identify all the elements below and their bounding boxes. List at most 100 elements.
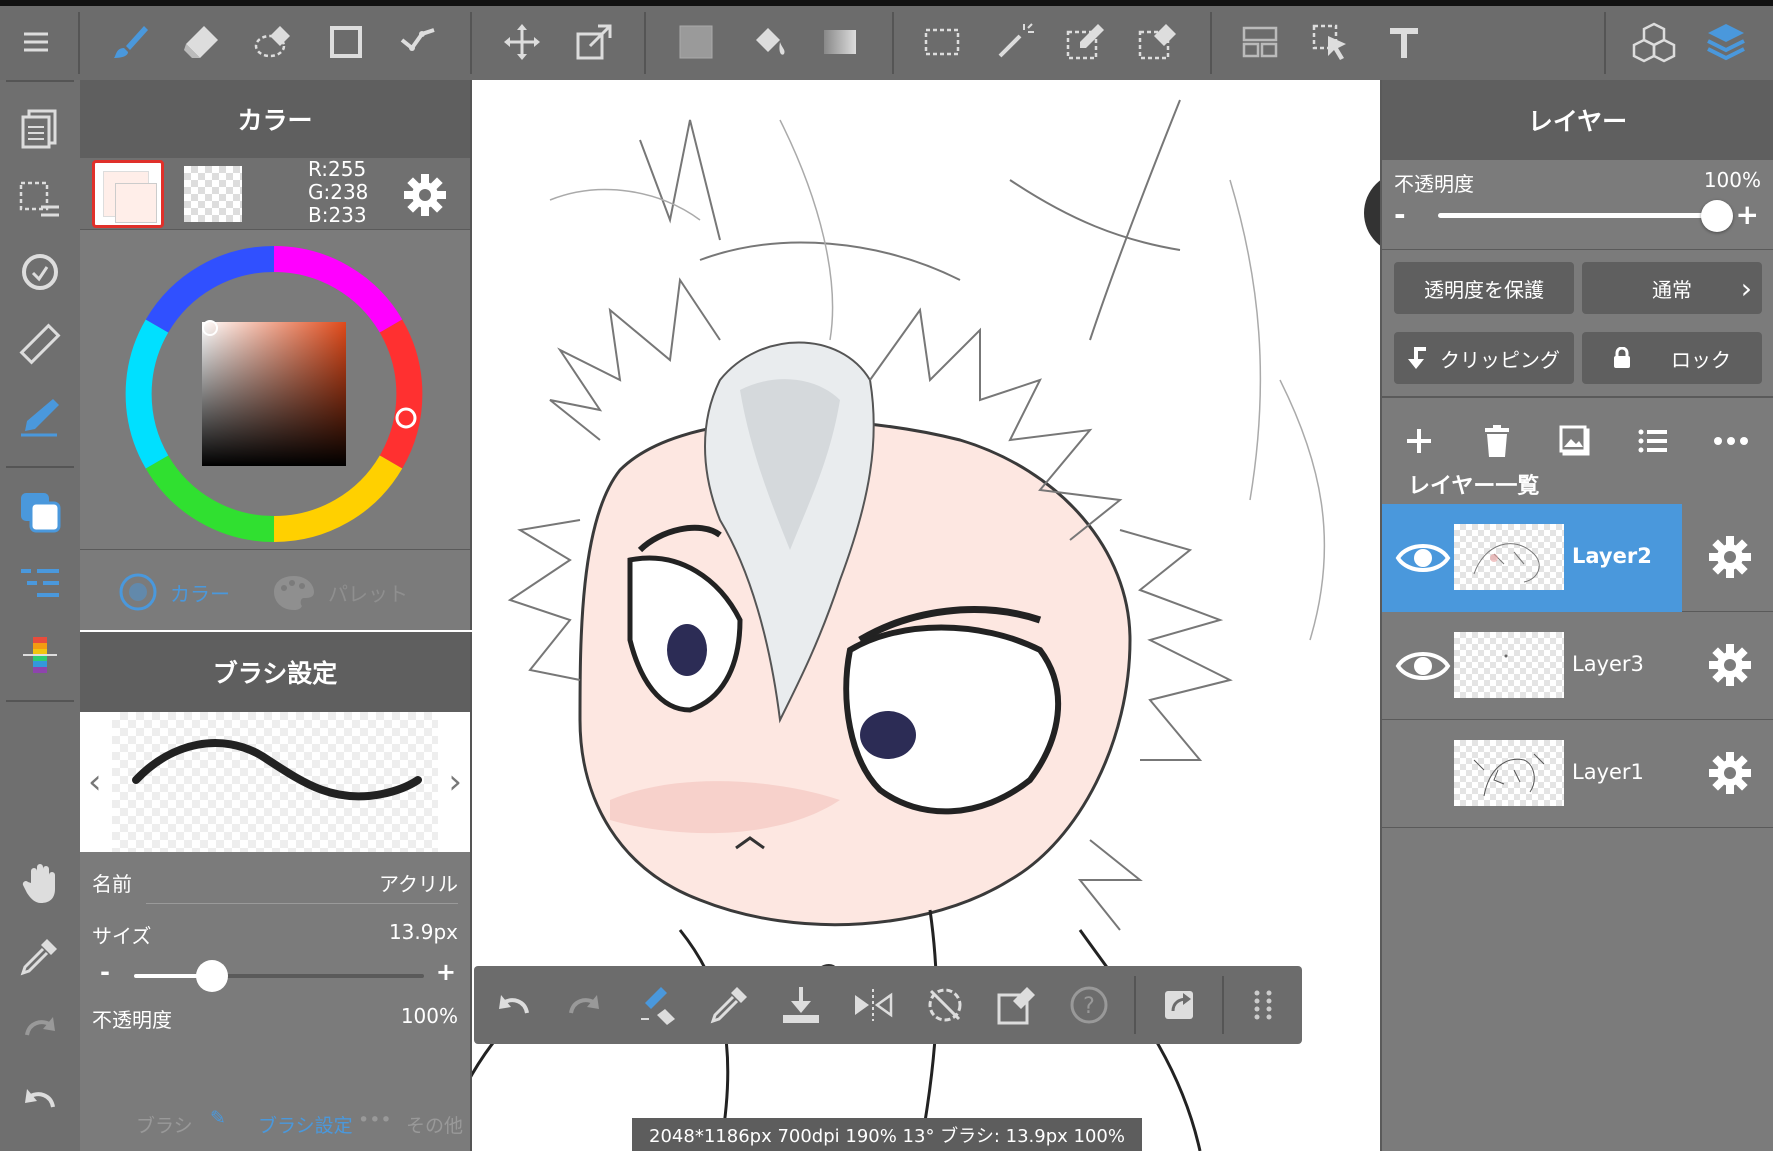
fill-color-button[interactable]: [666, 12, 726, 72]
gradient-tool-button[interactable]: [810, 12, 870, 72]
snap-button[interactable]: [10, 242, 70, 302]
thumbnail-sketch: [1473, 753, 1545, 797]
ruler-button[interactable]: [10, 314, 70, 374]
size-minus[interactable]: -: [100, 958, 110, 986]
hand-tool-button[interactable]: [10, 854, 70, 914]
opacity-plus[interactable]: +: [1736, 198, 1759, 231]
size-slider-knob[interactable]: [196, 960, 228, 992]
quick-action-bar: ?: [474, 966, 1302, 1044]
color-panel-toggle[interactable]: [10, 482, 70, 542]
layer-settings-gear-icon[interactable]: [1707, 750, 1753, 796]
brush-name-row[interactable]: 名前 アクリル: [80, 852, 470, 904]
layer-row-layer3[interactable]: Layer3: [1382, 612, 1773, 720]
selection-menu-button[interactable]: [10, 170, 70, 230]
redo-icon: [25, 1017, 55, 1036]
brush-size-slider[interactable]: - +: [80, 956, 470, 996]
color-panel-title: カラー: [80, 80, 470, 158]
text-tool-button[interactable]: [1374, 12, 1434, 72]
tab-brush-settings[interactable]: ブラシ設定: [258, 1111, 353, 1138]
lock-button[interactable]: ロック: [1582, 332, 1762, 384]
toolbar-divider: [470, 12, 472, 74]
pages-button[interactable]: [10, 98, 70, 158]
hidden-eye-slot[interactable]: [1394, 748, 1452, 800]
eye-icon[interactable]: [1394, 532, 1452, 584]
layer-list-options-button[interactable]: [1630, 418, 1676, 464]
tab-brush[interactable]: ブラシ: [136, 1111, 193, 1138]
text-t-icon: [1390, 28, 1418, 58]
blend-mode-button[interactable]: 通常 ›: [1582, 262, 1762, 314]
bar-drag-handle[interactable]: [1234, 976, 1292, 1034]
tab-palette[interactable]: パレット: [272, 572, 408, 612]
layer-opacity-slider[interactable]: [1438, 213, 1717, 218]
magic-wand-button[interactable]: [984, 12, 1044, 72]
layer-settings-gear-icon[interactable]: [1707, 642, 1753, 688]
clipping-button[interactable]: クリッピング: [1394, 332, 1574, 384]
hue-ring[interactable]: [124, 244, 424, 544]
palette-panel-toggle[interactable]: [10, 626, 70, 686]
selection-eraser-button[interactable]: [244, 12, 304, 72]
save-download-button[interactable]: [772, 976, 830, 1034]
layers-stack-icon: [1707, 24, 1745, 61]
flip-horizontal-button[interactable]: [844, 976, 902, 1034]
brush-panel-toggle[interactable]: [10, 554, 70, 614]
size-slider-track: [214, 974, 424, 978]
panel-divide-button[interactable]: [1230, 12, 1290, 72]
rainbow-icon: [23, 637, 57, 673]
eye-icon[interactable]: [1394, 640, 1452, 692]
menu-button[interactable]: [6, 12, 66, 72]
share-button[interactable]: [1150, 976, 1208, 1034]
eraser-tool-button[interactable]: [172, 12, 232, 72]
undo-button[interactable]: [484, 976, 542, 1034]
help-button[interactable]: ?: [1060, 976, 1118, 1034]
selection-edit-icon: [997, 987, 1035, 1025]
redo-button-left[interactable]: [10, 998, 70, 1058]
lock-icon: [1614, 347, 1630, 368]
list-icon: [1638, 429, 1667, 453]
brush-tool-button[interactable]: [100, 12, 160, 72]
move-tool-button[interactable]: [492, 12, 552, 72]
hamburger-icon: [24, 32, 48, 52]
brush-opacity-label: 不透明度: [92, 1008, 172, 1032]
layer-settings-gear-icon[interactable]: [1707, 534, 1753, 580]
materials-button[interactable]: [1624, 12, 1684, 72]
top-toolbar: [0, 0, 1773, 80]
brush-eraser-toggle[interactable]: [628, 976, 686, 1034]
foreground-color-swatch[interactable]: [92, 160, 164, 228]
layer-more-button[interactable]: [1708, 418, 1754, 464]
transparent-color-swatch[interactable]: [184, 166, 242, 222]
tab-color[interactable]: カラー: [118, 572, 230, 612]
add-layer-button[interactable]: [1396, 418, 1442, 464]
edit-selection-button[interactable]: [988, 976, 1046, 1034]
red-value: R:255: [308, 157, 367, 181]
reset-rotation-button[interactable]: [916, 976, 974, 1034]
select-eraser-button[interactable]: [1128, 12, 1188, 72]
protect-alpha-button[interactable]: 透明度を保護: [1394, 262, 1574, 314]
shape-tool-button[interactable]: [316, 12, 376, 72]
layer-row-layer1[interactable]: Layer1: [1382, 720, 1773, 828]
size-plus[interactable]: +: [436, 958, 456, 986]
prev-brush-chevron-icon[interactable]: ‹: [88, 762, 102, 802]
brush-quick-button[interactable]: [10, 386, 70, 446]
select-tool-button[interactable]: [912, 12, 972, 72]
bucket-tool-button[interactable]: [738, 12, 798, 72]
snap-circle-icon: [22, 254, 58, 290]
tab-other[interactable]: その他: [406, 1111, 463, 1138]
next-brush-chevron-icon[interactable]: ›: [448, 762, 462, 802]
select-pen-button[interactable]: [1056, 12, 1116, 72]
canvas-status-bar: 2048*1186px 700dpi 190% 13° ブラシ: 13.9px …: [632, 1118, 1142, 1151]
stroke-preview: ‹ ›: [80, 712, 470, 852]
transform-tool-button[interactable]: [564, 12, 624, 72]
delete-layer-button[interactable]: [1474, 418, 1520, 464]
layer-opacity-knob[interactable]: [1701, 200, 1733, 232]
add-image-layer-button[interactable]: [1552, 418, 1598, 464]
layer-row-layer2[interactable]: Layer2: [1382, 504, 1773, 612]
opacity-minus[interactable]: -: [1394, 198, 1406, 231]
curve-tool-button[interactable]: [388, 12, 448, 72]
layers-toggle-button[interactable]: [1696, 12, 1756, 72]
color-settings-gear-icon[interactable]: [402, 172, 448, 218]
undo-button-left[interactable]: [10, 1070, 70, 1130]
operation-tool-button[interactable]: [1302, 12, 1362, 72]
redo-button[interactable]: [556, 976, 614, 1034]
eyedropper-button[interactable]: [10, 926, 70, 986]
eyedropper-quick-button[interactable]: [700, 976, 758, 1034]
